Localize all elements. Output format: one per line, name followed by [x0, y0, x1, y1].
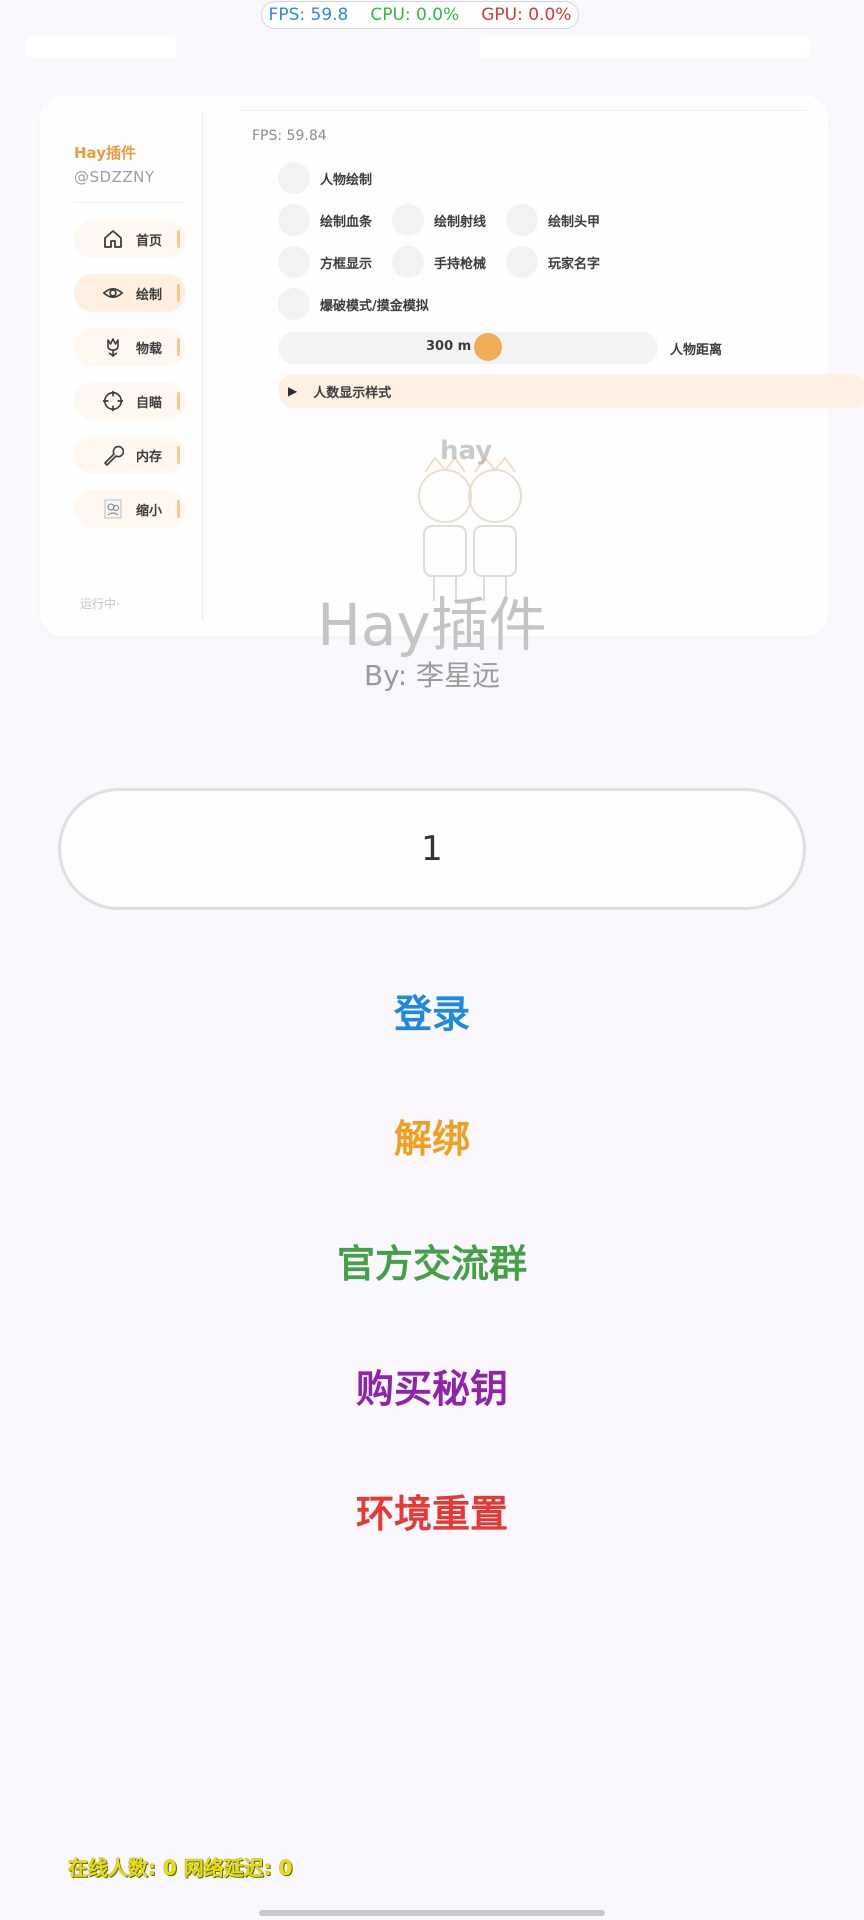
gpu-readout: GPU: 0.0% [481, 5, 572, 25]
sidebar-item-label: 缩小 [136, 503, 163, 519]
toggle-circle[interactable] [506, 204, 538, 236]
status-bar-right [480, 36, 810, 58]
sidebar-item-label: 内存 [136, 449, 163, 465]
cheat-menu-panel: Hay插件 @SDZZNY 首页 绘制 物载 自瞄 内存 缩小 运行中· FPS… [40, 96, 864, 636]
sidebar-divider [74, 202, 184, 203]
sidebar-item-label: 物载 [136, 341, 163, 357]
sidebar-item-label: 绘制 [136, 287, 163, 303]
toggle-circle[interactable] [278, 246, 310, 278]
expand-arrow-icon: ▶ [288, 384, 298, 398]
menu-fps: FPS: 59.84 [252, 128, 327, 144]
unbind-button[interactable]: 解绑 [232, 1100, 632, 1170]
sidebar-item-minimize[interactable]: 缩小 [74, 490, 186, 528]
app-subtitle: By: 李星远 [363, 659, 501, 692]
option-weapon[interactable]: 手持枪械 [392, 246, 486, 278]
sidebar-item-items[interactable]: 物载 [74, 328, 186, 366]
distance-label: 人物距离 [670, 343, 723, 358]
status-bar-left [26, 36, 176, 58]
flower-icon [102, 336, 124, 358]
option-box[interactable]: 方框显示 [278, 246, 372, 278]
home-indicator[interactable] [259, 1910, 605, 1916]
app-title: Hay插件 [317, 591, 547, 659]
home-icon [102, 228, 124, 250]
count-style-expander[interactable]: ▶ 人数显示样式 [278, 374, 864, 408]
toggle-circle[interactable] [392, 204, 424, 236]
slider-thumb[interactable] [474, 333, 502, 361]
official-group-button[interactable]: 官方交流群 [232, 1225, 632, 1295]
option-ray[interactable]: 绘制射线 [392, 204, 486, 236]
toggle-circle[interactable] [506, 246, 538, 278]
key-input[interactable] [58, 788, 806, 910]
sidebar-item-aimbot[interactable]: 自瞄 [74, 382, 186, 420]
option-helmet[interactable]: 绘制头甲 [506, 204, 600, 236]
cpu-readout: CPU: 0.0% [370, 5, 460, 25]
online-status: 在线人数: 0 网络延迟: 0 [68, 1856, 293, 1880]
sidebar-item-label: 自瞄 [136, 395, 163, 411]
performance-stats: FPS: 59.8 CPU: 0.0% GPU: 0.0% [261, 1, 579, 29]
wrench-icon [102, 444, 124, 466]
crosshair-icon [102, 390, 124, 412]
sidebar-item-draw[interactable]: 绘制 [74, 274, 186, 312]
option-demolition[interactable]: 爆破模式/摸金模拟 [278, 288, 429, 320]
menu-brand: Hay插件 [74, 144, 136, 162]
distance-slider[interactable]: 300 m [278, 332, 658, 364]
sidebar-item-home[interactable]: 首页 [74, 220, 186, 258]
sidebar-item-label: 首页 [136, 233, 163, 249]
toggle-circle[interactable] [278, 162, 310, 194]
sidebar-item-memory[interactable]: 内存 [74, 436, 186, 474]
option-player-draw[interactable]: 人物绘制 [278, 162, 372, 194]
menu-sidebar: Hay插件 @SDZZNY 首页 绘制 物载 自瞄 内存 缩小 运行中· [56, 112, 203, 620]
slider-value: 300 m [426, 339, 472, 354]
eye-icon [102, 282, 124, 304]
buy-key-button[interactable]: 购买秘钥 [232, 1350, 632, 1420]
toggle-circle[interactable] [278, 204, 310, 236]
menu-user-id: @SDZZNY [74, 168, 155, 186]
toggle-circle[interactable] [278, 288, 310, 320]
login-button[interactable]: 登录 [232, 975, 632, 1045]
option-health-bar[interactable]: 绘制血条 [278, 204, 372, 236]
toggle-circle[interactable] [392, 246, 424, 278]
fps-readout: FPS: 59.8 [268, 5, 349, 25]
environment-reset-button[interactable]: 环境重置 [232, 1475, 632, 1545]
option-player-name[interactable]: 玩家名字 [506, 246, 600, 278]
avatar-icon [102, 498, 124, 520]
